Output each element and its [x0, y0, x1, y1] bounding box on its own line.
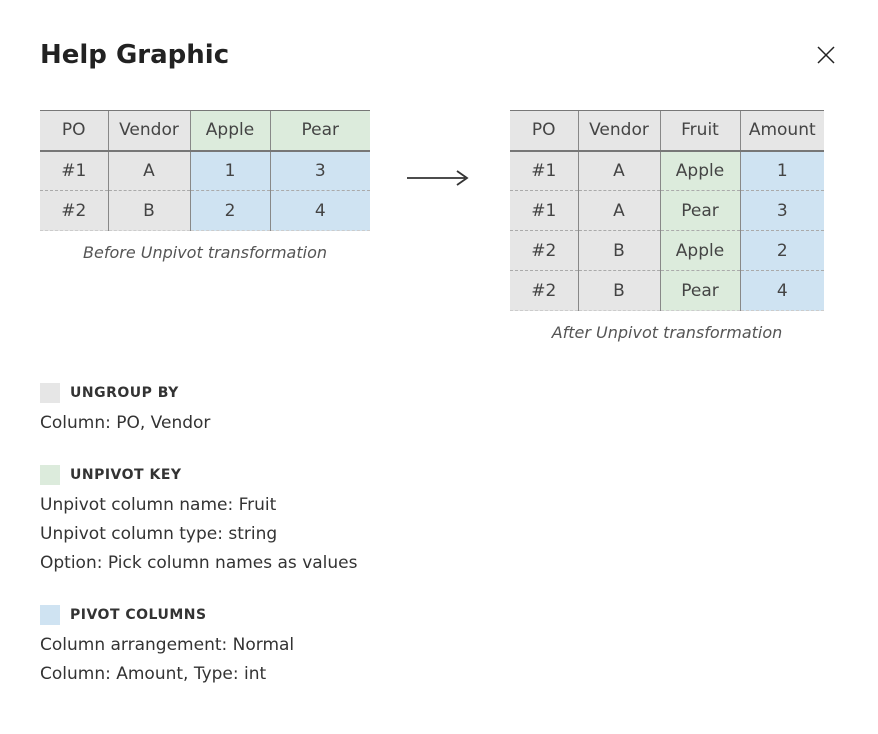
help-graphic-panel: Help Graphic PO Vendor Apple Pear — [0, 0, 878, 734]
cell: B — [578, 231, 660, 271]
table-row: #2 B 2 4 — [40, 191, 370, 231]
page-title: Help Graphic — [40, 40, 229, 70]
cell: #2 — [510, 231, 578, 271]
swatch-blue-icon — [40, 605, 60, 625]
legend-title: UNPIVOT KEY — [70, 464, 182, 486]
before-header-pear: Pear — [270, 111, 370, 151]
legend-title: PIVOT COLUMNS — [70, 604, 207, 626]
cell: #1 — [40, 151, 108, 191]
legend-detail: Column arrangement: Normal — [40, 632, 838, 659]
after-header-po: PO — [510, 111, 578, 151]
before-caption: Before Unpivot transformation — [83, 243, 327, 262]
table-row: #2 B Apple 2 — [510, 231, 824, 271]
cell: A — [108, 151, 190, 191]
after-header-vendor: Vendor — [578, 111, 660, 151]
before-header-po: PO — [40, 111, 108, 151]
cell: B — [108, 191, 190, 231]
table-row: #1 A Pear 3 — [510, 191, 824, 231]
after-header-amount: Amount — [740, 111, 824, 151]
swatch-green-icon — [40, 465, 60, 485]
legend-ungroup-by: UNGROUP BY Column: PO, Vendor — [40, 382, 838, 438]
table-row: #1 A Apple 1 — [510, 151, 824, 191]
before-table: PO Vendor Apple Pear #1 A 1 3 #2 — [40, 110, 370, 231]
swatch-gray-icon — [40, 383, 60, 403]
before-header-vendor: Vendor — [108, 111, 190, 151]
cell: #1 — [510, 191, 578, 231]
cell: Apple — [660, 151, 740, 191]
after-table-block: PO Vendor Fruit Amount #1 A Apple 1 #1 — [510, 110, 824, 342]
table-row: #1 A 1 3 — [40, 151, 370, 191]
cell: 1 — [190, 151, 270, 191]
arrow-right-icon — [405, 168, 475, 188]
cell: 3 — [270, 151, 370, 191]
arrow — [400, 168, 480, 188]
cell: A — [578, 151, 660, 191]
cell: 3 — [740, 191, 824, 231]
legend: UNGROUP BY Column: PO, Vendor UNPIVOT KE… — [40, 382, 838, 688]
cell: Pear — [660, 271, 740, 311]
legend-detail: Column: Amount, Type: int — [40, 661, 838, 688]
close-icon — [816, 45, 836, 65]
cell: 1 — [740, 151, 824, 191]
legend-title: UNGROUP BY — [70, 382, 179, 404]
cell: Pear — [660, 191, 740, 231]
cell: #2 — [510, 271, 578, 311]
legend-detail: Unpivot column type: string — [40, 521, 838, 548]
tables-row: PO Vendor Apple Pear #1 A 1 3 #2 — [40, 110, 838, 342]
before-table-block: PO Vendor Apple Pear #1 A 1 3 #2 — [40, 110, 370, 262]
legend-detail: Column: PO, Vendor — [40, 410, 838, 437]
after-header-fruit: Fruit — [660, 111, 740, 151]
legend-pivot-columns: PIVOT COLUMNS Column arrangement: Normal… — [40, 604, 838, 689]
after-caption: After Unpivot transformation — [552, 323, 783, 342]
cell: 2 — [740, 231, 824, 271]
cell: 2 — [190, 191, 270, 231]
cell: 4 — [740, 271, 824, 311]
before-header-apple: Apple — [190, 111, 270, 151]
cell: Apple — [660, 231, 740, 271]
legend-unpivot-key: UNPIVOT KEY Unpivot column name: Fruit U… — [40, 464, 838, 578]
table-row: #2 B Pear 4 — [510, 271, 824, 311]
cell: #2 — [40, 191, 108, 231]
cell: #1 — [510, 151, 578, 191]
close-button[interactable] — [814, 43, 838, 67]
legend-detail: Unpivot column name: Fruit — [40, 492, 838, 519]
cell: A — [578, 191, 660, 231]
cell: 4 — [270, 191, 370, 231]
cell: B — [578, 271, 660, 311]
legend-detail: Option: Pick column names as values — [40, 550, 838, 577]
header: Help Graphic — [40, 40, 838, 70]
after-table: PO Vendor Fruit Amount #1 A Apple 1 #1 — [510, 110, 824, 311]
